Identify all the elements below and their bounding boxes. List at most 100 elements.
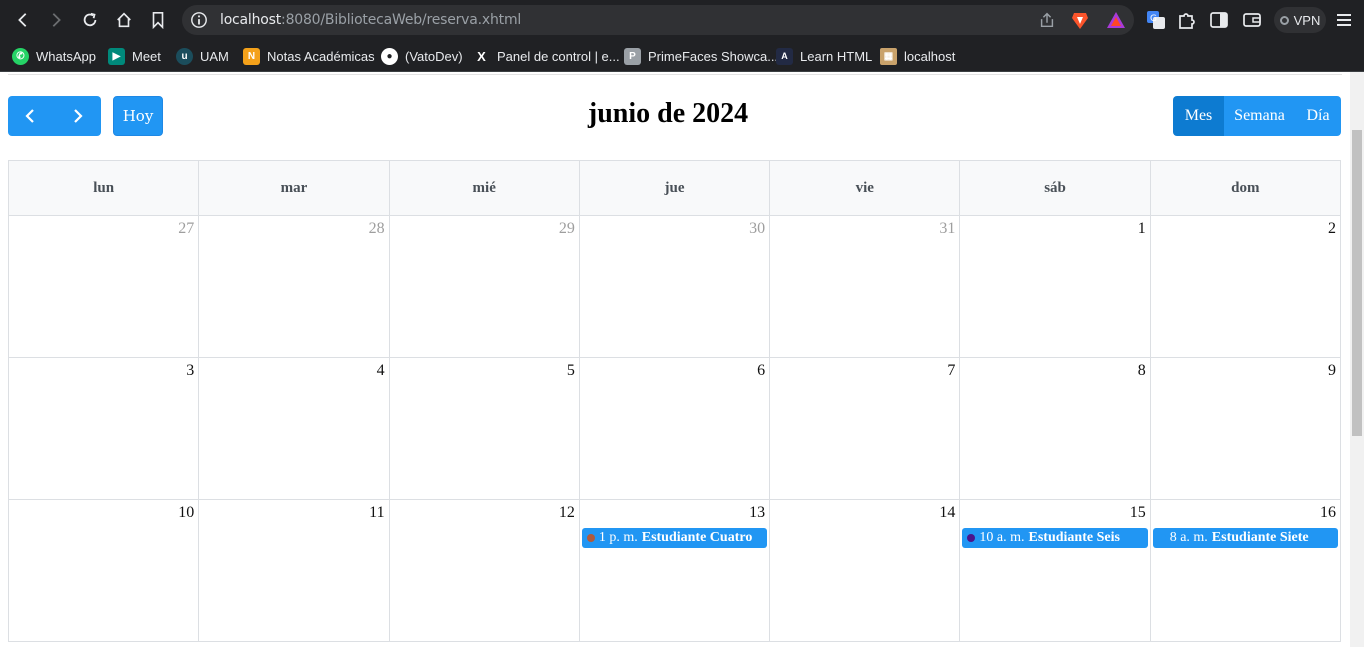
chevron-right-icon: [74, 109, 83, 123]
bookmark-label: (VatoDev): [405, 48, 463, 64]
day-number[interactable]: 3: [186, 362, 194, 380]
day-number[interactable]: 2: [1328, 220, 1336, 238]
reload-button[interactable]: [76, 6, 104, 34]
event-dot-icon: [1157, 534, 1166, 542]
site-info-icon[interactable]: [190, 11, 208, 29]
hamburger-menu-icon[interactable]: [1336, 11, 1352, 29]
extensions-icon[interactable]: [1176, 9, 1198, 31]
sidebar-icon[interactable]: [1208, 9, 1230, 31]
brave-rewards-icon[interactable]: [1106, 10, 1126, 30]
bookmark-learn-html[interactable]: A Learn HTML: [776, 46, 872, 66]
bookmark-panel[interactable]: X Panel de control | e...: [473, 46, 620, 66]
home-icon: [117, 12, 131, 28]
vpn-button[interactable]: VPN: [1274, 7, 1326, 33]
day-cell[interactable]: 30: [579, 216, 771, 358]
chevron-left-icon: [25, 109, 34, 123]
translate-icon[interactable]: G: [1145, 9, 1167, 31]
day-cell[interactable]: 29: [389, 216, 580, 358]
day-cell[interactable]: 10: [9, 500, 200, 642]
calendar-event[interactable]: 1 p. m. Estudiante Cuatro: [581, 528, 768, 548]
day-cell[interactable]: 16 8 a. m. Estudiante Siete: [1150, 500, 1341, 642]
view-month-button[interactable]: Mes: [1173, 96, 1224, 136]
next-month-button[interactable]: [54, 96, 100, 136]
vpn-label: VPN: [1293, 12, 1321, 28]
day-number[interactable]: 1: [1138, 220, 1146, 238]
scrollbar-thumb[interactable]: [1352, 130, 1362, 436]
day-cell[interactable]: 2: [1150, 216, 1341, 358]
day-number[interactable]: 11: [369, 504, 384, 522]
url-path: :8080/BibliotecaWeb/reserva.xhtml: [281, 12, 522, 28]
bookmark-label: UAM: [200, 48, 229, 64]
day-cell[interactable]: 6: [579, 358, 771, 500]
bookmark-uam[interactable]: u UAM: [176, 46, 229, 66]
view-week-button[interactable]: Semana: [1224, 96, 1295, 136]
day-cell[interactable]: 15 10 a. m. Estudiante Seis: [960, 500, 1151, 642]
day-number[interactable]: 29: [559, 220, 575, 238]
primefaces-icon: P: [624, 47, 641, 65]
day-number[interactable]: 27: [178, 220, 194, 238]
day-cell[interactable]: 13 1 p. m. Estudiante Cuatro: [579, 500, 771, 642]
bookmark-notas[interactable]: N Notas Académicas: [243, 46, 375, 66]
wallet-icon[interactable]: [1241, 9, 1263, 31]
url-host: localhost: [220, 12, 282, 28]
bookmark-label: WhatsApp: [36, 48, 96, 64]
day-cell[interactable]: 11: [199, 500, 390, 642]
calendar-event[interactable]: 8 a. m. Estudiante Siete: [1152, 528, 1338, 548]
day-number[interactable]: 30: [749, 220, 765, 238]
day-cell[interactable]: 31: [770, 216, 961, 358]
bookmark-meet[interactable]: ▶ Meet: [108, 46, 161, 66]
brave-shields-icon[interactable]: [1070, 10, 1090, 30]
bookmark-label: Notas Académicas: [267, 48, 375, 64]
day-cell[interactable]: 28: [199, 216, 390, 358]
bookmark-primefaces[interactable]: P PrimeFaces Showca...: [624, 46, 778, 66]
day-number[interactable]: 31: [939, 220, 955, 238]
day-number[interactable]: 5: [567, 362, 575, 380]
bookmarks-bar: ✆ WhatsApp ▶ Meet u UAM N Notas Académic…: [0, 40, 1364, 72]
back-arrow-icon: [18, 13, 27, 27]
weekday-header-cell: sáb: [960, 161, 1151, 216]
event-title: Estudiante Seis: [1028, 530, 1120, 545]
calendar-event[interactable]: 10 a. m. Estudiante Seis: [962, 528, 1148, 548]
share-icon[interactable]: [1038, 11, 1056, 29]
day-cell[interactable]: 12: [389, 500, 580, 642]
day-number[interactable]: 4: [377, 362, 385, 380]
bookmark-label: Panel de control | e...: [497, 48, 620, 64]
day-number[interactable]: 8: [1138, 362, 1146, 380]
day-cell[interactable]: 27: [9, 216, 200, 358]
event-dot-icon: [967, 534, 976, 542]
day-number[interactable]: 12: [559, 504, 575, 522]
day-cell[interactable]: 8: [960, 358, 1151, 500]
view-day-button[interactable]: Día: [1295, 96, 1341, 136]
forward-button[interactable]: [42, 6, 70, 34]
day-number[interactable]: 15: [1130, 504, 1146, 522]
bookmark-label: localhost: [904, 48, 956, 64]
uam-icon: u: [176, 47, 193, 65]
day-number[interactable]: 6: [757, 362, 765, 380]
day-cell[interactable]: 4: [199, 358, 390, 500]
bookmark-github[interactable]: ● (VatoDev): [381, 46, 463, 66]
day-cell[interactable]: 3: [9, 358, 200, 500]
day-number[interactable]: 7: [947, 362, 955, 380]
address-bar[interactable]: localhost:8080/BibliotecaWeb/reserva.xht…: [182, 5, 1134, 35]
bookmark-button[interactable]: [144, 6, 172, 34]
day-cell[interactable]: 1: [960, 216, 1151, 358]
day-cell[interactable]: 7: [770, 358, 961, 500]
back-button[interactable]: [9, 6, 37, 34]
weekday-header-cell: mié: [389, 161, 580, 216]
bookmark-whatsapp[interactable]: ✆ WhatsApp: [12, 46, 96, 66]
prev-month-button[interactable]: [8, 96, 54, 136]
day-cell[interactable]: 14: [770, 500, 961, 642]
day-number[interactable]: 28: [369, 220, 385, 238]
day-number[interactable]: 13: [749, 504, 765, 522]
home-button[interactable]: [110, 6, 138, 34]
day-number[interactable]: 10: [178, 504, 194, 522]
day-number[interactable]: 9: [1328, 362, 1336, 380]
meet-icon: ▶: [108, 47, 125, 65]
day-number[interactable]: 16: [1320, 504, 1336, 522]
day-cell[interactable]: 5: [389, 358, 580, 500]
today-button[interactable]: Hoy: [113, 96, 163, 136]
github-icon: ●: [381, 47, 398, 65]
day-cell[interactable]: 9: [1150, 358, 1341, 500]
day-number[interactable]: 14: [939, 504, 955, 522]
bookmark-localhost[interactable]: ▦ localhost: [880, 46, 955, 66]
